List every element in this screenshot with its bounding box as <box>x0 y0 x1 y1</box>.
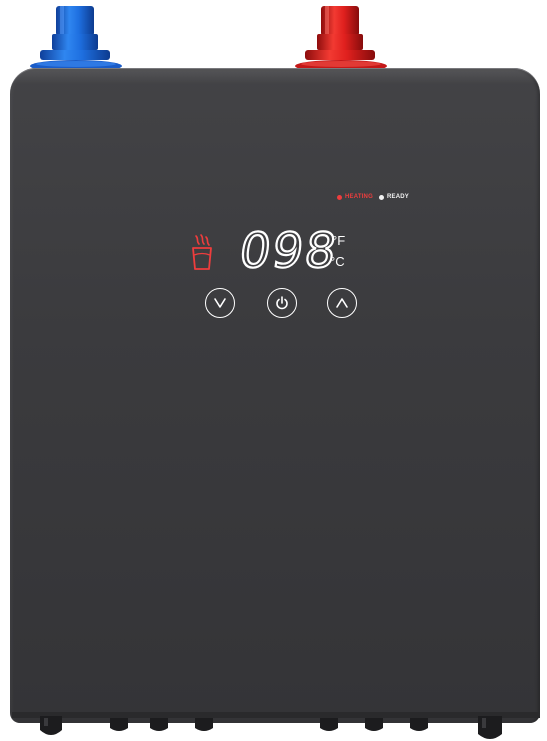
temperature-display: 098 <box>235 222 343 280</box>
bottom-connectors <box>12 712 540 739</box>
water-heater-product: HEATING READY 098 °F °C <box>0 0 547 741</box>
hot-cup-icon <box>192 234 212 270</box>
heater-housing <box>10 68 540 723</box>
celsius-unit: °C <box>330 254 345 269</box>
chevron-up-icon <box>336 298 348 308</box>
temperature-up-button[interactable] <box>327 288 357 318</box>
status-indicators: HEATING READY <box>337 192 409 202</box>
hot-outlet-fitting <box>295 6 387 72</box>
power-button[interactable] <box>267 288 297 318</box>
heating-label: HEATING <box>345 194 373 200</box>
cold-inlet-fitting <box>30 6 122 72</box>
temperature-down-button[interactable] <box>205 288 235 318</box>
ready-label: READY <box>386 194 409 200</box>
heating-indicator-dot <box>337 194 342 200</box>
fahrenheit-unit: °F <box>332 233 346 248</box>
ready-indicator-dot <box>378 194 384 200</box>
power-icon <box>276 296 288 310</box>
chevron-down-icon <box>214 298 226 308</box>
